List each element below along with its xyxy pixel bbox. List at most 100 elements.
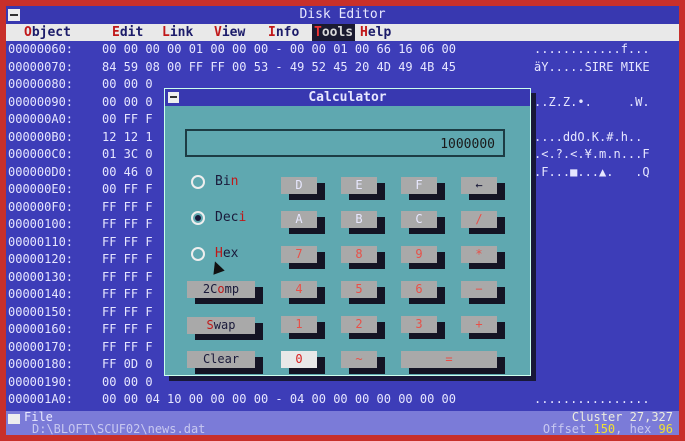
multiply-key[interactable]: * <box>461 246 497 263</box>
row-offset: 00000110: <box>8 234 74 249</box>
close-icon[interactable] <box>168 92 179 103</box>
calculator-title-bar: Calculator <box>165 89 530 106</box>
row-bytes[interactable]: 00 00 00 00 01 00 00 00 - 00 00 01 00 66… <box>102 41 456 57</box>
row-bytes[interactable]: 00 00 0 <box>102 76 153 92</box>
row-bytes[interactable]: 01 3C 0 <box>102 146 153 162</box>
disk-editor-window: Disk Editor Object Edit Link View Info T… <box>6 6 679 435</box>
row-offset: 000000C0: <box>8 147 74 161</box>
row-bytes[interactable]: 00 00 04 10 00 00 00 00 - 04 00 00 00 00… <box>102 391 456 407</box>
row-ascii[interactable]: .F...■...▲. .Q <box>534 164 650 180</box>
calculator-title: Calculator <box>308 90 387 105</box>
key-a[interactable]: A <box>281 211 317 228</box>
row-ascii[interactable]: äY.....SIRE MIKE <box>534 59 650 75</box>
key-1[interactable]: 1 <box>281 316 317 333</box>
row-ascii[interactable]: .<.?.<.¥.m.n...F <box>534 146 650 162</box>
backspace-key[interactable]: ← <box>461 177 497 194</box>
row-offset: 00000060: <box>8 42 74 56</box>
row-offset: 00000080: <box>8 77 74 91</box>
row-offset: 000000F0: <box>8 199 74 214</box>
hex-row[interactable]: 00000070: 84 59 08 00 FF FF 00 53 - 49 52… <box>6 59 679 75</box>
row-offset: 000000B0: <box>8 129 74 144</box>
key-b[interactable]: B <box>341 211 377 228</box>
row-bytes[interactable]: FF FF F <box>102 234 153 250</box>
row-offset: 00000140: <box>8 287 74 301</box>
status-menu-icon[interactable] <box>8 414 20 424</box>
row-offset: 00000100: <box>8 217 74 231</box>
row-bytes[interactable]: FF FF F <box>102 251 153 267</box>
row-ascii[interactable]: ................ <box>534 391 650 407</box>
key-7[interactable]: 7 <box>281 246 317 263</box>
key-3[interactable]: 3 <box>401 316 437 333</box>
key-6[interactable]: 6 <box>401 281 437 298</box>
key-9[interactable]: 9 <box>401 246 437 263</box>
hex-row[interactable]: 000001A0: 00 00 04 10 00 00 00 00 - 04 00… <box>6 391 679 407</box>
title-bar: Disk Editor <box>6 6 679 24</box>
key-e[interactable]: E <box>341 177 377 194</box>
negate-key[interactable]: ~ <box>341 351 377 368</box>
row-offset: 00000150: <box>8 304 74 319</box>
swap-button[interactable]: Swap <box>187 317 255 334</box>
add-key[interactable]: + <box>461 316 497 333</box>
row-bytes[interactable]: 00 00 0 <box>102 374 153 390</box>
row-bytes[interactable]: FF FF F <box>102 321 153 337</box>
row-bytes[interactable]: FF 0D 0 <box>102 356 153 372</box>
row-bytes[interactable]: FF FF F <box>102 286 153 302</box>
offset-readout: Offset 150, hex 96 <box>542 422 673 435</box>
system-menu-icon[interactable] <box>8 9 20 21</box>
key-d[interactable]: D <box>281 177 317 194</box>
radio-deci[interactable]: Deci <box>191 209 246 227</box>
clear-button[interactable]: Clear <box>187 351 255 368</box>
radio-dot-selected <box>191 210 205 225</box>
key-f[interactable]: F <box>401 177 437 194</box>
twocomp-button[interactable]: 2Comp <box>187 281 255 298</box>
row-offset: 00000190: <box>8 374 74 389</box>
row-offset: 00000130: <box>8 269 74 284</box>
file-path: D:\BLOFT\SCUF02\news.dat <box>32 422 206 435</box>
divide-key[interactable]: / <box>461 211 497 228</box>
row-bytes[interactable]: 00 FF F <box>102 111 153 127</box>
row-offset: 00000120: <box>8 252 74 266</box>
row-bytes[interactable]: FF FF F <box>102 269 153 285</box>
menu-bar: Object Edit Link View Info Tools Help <box>6 24 679 41</box>
row-bytes[interactable]: FF FF F <box>102 199 153 215</box>
key-0[interactable]: 0 <box>281 351 317 368</box>
row-bytes[interactable]: 12 12 1 <box>102 129 153 145</box>
row-offset: 00000070: <box>8 59 74 74</box>
key-2[interactable]: 2 <box>341 316 377 333</box>
menu-info[interactable]: Info <box>266 24 301 41</box>
key-8[interactable]: 8 <box>341 246 377 263</box>
row-ascii[interactable]: ............f... <box>534 41 650 57</box>
row-offset: 000000E0: <box>8 182 74 196</box>
radio-dot <box>191 174 205 189</box>
row-bytes[interactable]: 00 FF F <box>102 181 153 197</box>
menu-object[interactable]: Object <box>22 24 73 41</box>
menu-help[interactable]: Help <box>358 24 393 41</box>
row-bytes[interactable]: 84 59 08 00 FF FF 00 53 - 49 52 45 20 4D… <box>102 59 456 75</box>
row-offset: 00000170: <box>8 339 74 354</box>
row-bytes[interactable]: FF FF F <box>102 339 153 355</box>
row-bytes[interactable]: 00 00 0 <box>102 94 153 110</box>
radio-dot <box>191 246 205 261</box>
menu-tools[interactable]: Tools <box>312 24 356 41</box>
row-ascii[interactable]: ..Z.Z.•. .W. <box>534 94 650 110</box>
calculator-display: 1000000 <box>185 129 505 157</box>
key-4[interactable]: 4 <box>281 281 317 298</box>
row-bytes[interactable]: 00 46 0 <box>102 164 153 180</box>
status-bar: File D:\BLOFT\SCUF02\news.dat Cluster 27… <box>6 411 679 435</box>
radio-bin[interactable]: Bin <box>191 173 238 191</box>
row-bytes[interactable]: FF FF F <box>102 216 153 232</box>
row-offset: 000000D0: <box>8 164 74 179</box>
key-c[interactable]: C <box>401 211 437 228</box>
subtract-key[interactable]: − <box>461 281 497 298</box>
hex-row[interactable]: 00000060: 00 00 00 00 01 00 00 00 - 00 00… <box>6 41 679 57</box>
row-bytes[interactable]: FF FF F <box>102 304 153 320</box>
key-5[interactable]: 5 <box>341 281 377 298</box>
menu-link[interactable]: Link <box>160 24 195 41</box>
equals-key[interactable]: = <box>401 351 497 368</box>
row-ascii[interactable]: ....ddO.K.#.h.. <box>534 129 642 145</box>
menu-edit[interactable]: Edit <box>110 24 145 41</box>
row-offset: 000001A0: <box>8 392 74 406</box>
row-offset: 000000A0: <box>8 112 74 126</box>
menu-view[interactable]: View <box>212 24 247 41</box>
window-title: Disk Editor <box>299 7 386 22</box>
